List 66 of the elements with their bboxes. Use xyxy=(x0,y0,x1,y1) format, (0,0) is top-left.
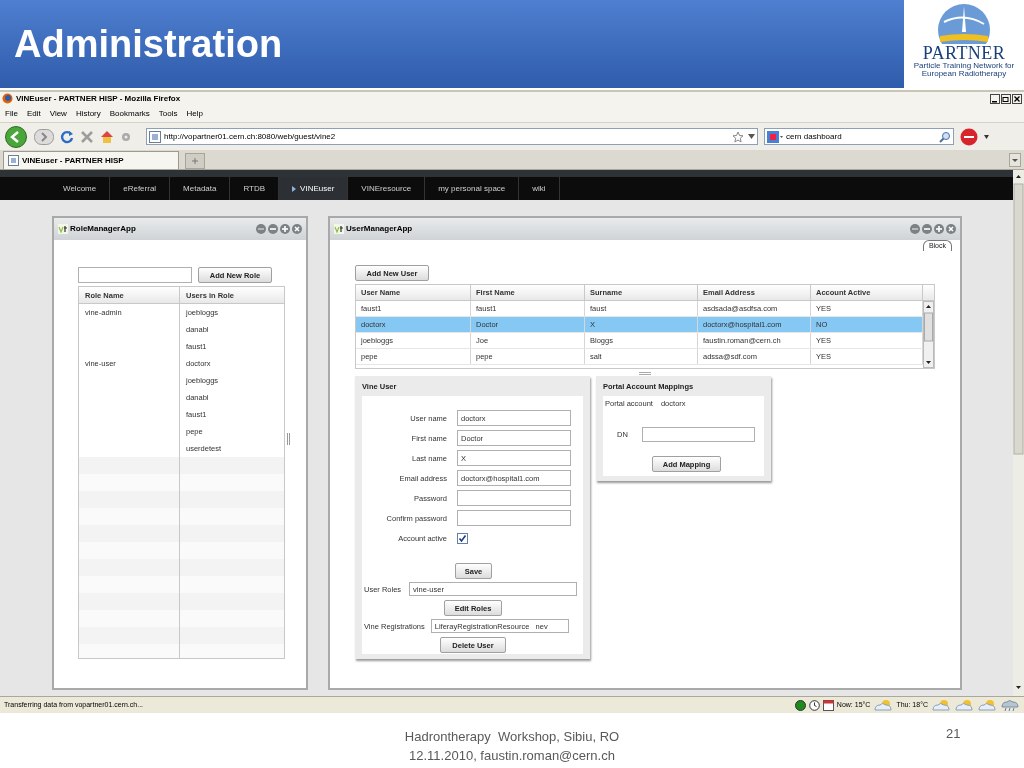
menu-item[interactable]: View xyxy=(49,107,67,120)
logo-text: PARTNER xyxy=(922,44,1006,62)
weather-icon[interactable] xyxy=(977,699,997,712)
firefox-icon xyxy=(2,93,13,105)
role-name-field[interactable] xyxy=(78,267,192,284)
splitter-handle-icon[interactable] xyxy=(639,371,651,375)
reload-icon[interactable] xyxy=(60,129,74,144)
slide-title: Administration xyxy=(14,21,283,67)
menu-item[interactable]: Bookmarks xyxy=(109,107,150,120)
calendar-icon[interactable] xyxy=(822,699,834,711)
input-field[interactable] xyxy=(457,510,571,527)
checkbox[interactable] xyxy=(457,532,468,544)
logo-subtitle: Particle Training Network for European Radiotherapy xyxy=(912,62,1016,78)
close-icon[interactable] xyxy=(1012,93,1022,104)
menu-item[interactable]: File xyxy=(5,107,18,120)
weather-icon[interactable] xyxy=(954,699,974,712)
search-icon[interactable] xyxy=(939,130,951,143)
page-scrollbar-icon[interactable] xyxy=(1013,170,1024,697)
nav-item[interactable]: VINEuser xyxy=(279,177,349,201)
menu-arrow-icon[interactable] xyxy=(984,134,989,139)
resize-handle-icon[interactable] xyxy=(287,433,291,446)
back-icon[interactable] xyxy=(4,125,28,148)
search-text: cern dashboard xyxy=(786,130,842,143)
scrollbar-icon[interactable] xyxy=(923,301,934,369)
address-bar[interactable]: http://vopartner01.cern.ch:8080/web/guest/vine2 xyxy=(146,128,758,145)
page-number: 21 xyxy=(946,725,961,743)
clock-icon[interactable] xyxy=(808,699,820,711)
dropdown-icon[interactable] xyxy=(748,134,755,139)
home-icon[interactable] xyxy=(100,129,114,144)
maximize-icon[interactable] xyxy=(280,224,290,235)
browser-tab[interactable]: VINEuser - PARTNER HISP xyxy=(3,151,179,170)
portlet-title: UserManagerApp xyxy=(346,223,413,236)
forward-icon[interactable] xyxy=(34,128,54,145)
triangle-icon xyxy=(292,185,297,192)
adblock-icon[interactable] xyxy=(960,127,978,146)
tab-label: VINEuser - PARTNER HISP xyxy=(22,154,124,167)
dn-field[interactable] xyxy=(641,427,755,443)
options-icon[interactable] xyxy=(256,224,266,235)
url-text: http://vopartner01.cern.ch:8080/web/guest/vine2 xyxy=(164,130,336,143)
star-icon[interactable] xyxy=(732,130,744,143)
stop-icon[interactable] xyxy=(80,129,94,144)
search-field[interactable]: cern dashboard xyxy=(764,128,954,145)
input-field[interactable] xyxy=(457,490,571,507)
status-dot-icon xyxy=(794,699,806,711)
rain-cloud-icon[interactable] xyxy=(1000,699,1020,712)
footer-text: Hadrontherapy Workshop, Sibiu, RO xyxy=(404,728,620,746)
vt-logo-icon xyxy=(334,224,344,235)
new-tab-icon[interactable] xyxy=(185,153,205,170)
google-icon[interactable] xyxy=(767,130,783,143)
page-icon xyxy=(149,130,161,143)
portlet-title: RoleManagerApp xyxy=(70,223,136,236)
menu-item[interactable]: Tools xyxy=(158,107,178,120)
options-icon[interactable] xyxy=(910,224,920,235)
weather-icon[interactable] xyxy=(931,699,951,712)
menu-item[interactable]: Help xyxy=(186,107,203,120)
menu-item[interactable]: History xyxy=(75,107,101,120)
window-title: VINEuser - PARTNER HISP - Mozilla Firefox xyxy=(16,92,181,105)
tab-list-icon[interactable] xyxy=(1009,153,1021,168)
weather-icon[interactable] xyxy=(873,699,894,712)
minimize-icon[interactable] xyxy=(990,93,1000,104)
vt-logo-icon xyxy=(58,224,68,235)
maximize-icon[interactable] xyxy=(934,224,944,235)
footer-text: 12.11.2010, faustin.roman@cern.ch xyxy=(409,747,615,765)
menu-item[interactable]: Edit xyxy=(26,107,41,120)
restore-icon[interactable] xyxy=(1001,93,1011,104)
page-icon xyxy=(8,155,19,167)
